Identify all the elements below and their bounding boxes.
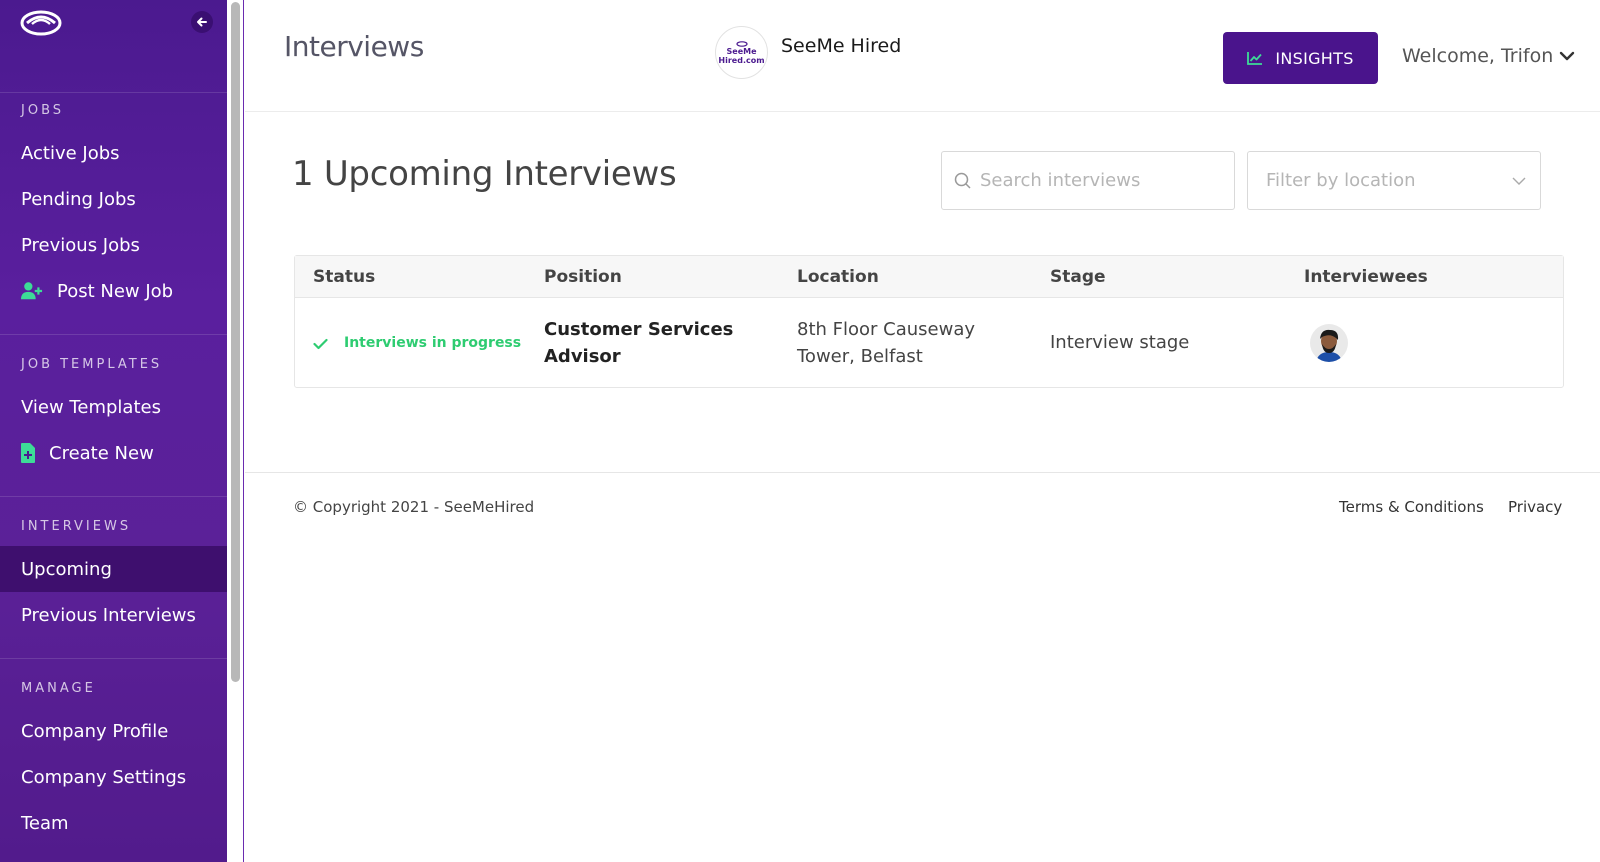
upcoming-interviews-title: 1 Upcoming Interviews [292, 154, 677, 194]
insights-button[interactable]: INSIGHTS [1223, 32, 1378, 84]
sidebar-item-company-settings[interactable]: Company Settings [0, 754, 227, 800]
search-field[interactable] [941, 151, 1235, 210]
company-logo: SeeMe Hired.com [715, 26, 768, 79]
column-header-stage[interactable]: Stage [1050, 267, 1106, 287]
sidebar-item-label: Company Settings [21, 766, 187, 788]
location-line2: Tower, Belfast [797, 346, 923, 367]
search-input[interactable] [980, 170, 1230, 191]
sidebar-item-label: Previous Interviews [21, 604, 196, 626]
stage-cell: Interview stage [1050, 332, 1190, 353]
sidebar-section-interviews: INTERVIEWS Upcoming Previous Interviews [0, 497, 227, 659]
company-logo-text-line2: Hired.com [718, 55, 765, 65]
location-filter-select[interactable]: Filter by location [1247, 151, 1541, 210]
sidebar-section-jobs: JOBS Active Jobs Pending Jobs Previous J… [0, 93, 227, 335]
sidebar-item-label: Post New Job [57, 280, 174, 302]
sidebar-item-active-jobs[interactable]: Active Jobs [0, 130, 227, 176]
table-row[interactable]: Interviews in progress Customer Services… [295, 298, 1563, 388]
check-icon [313, 338, 328, 350]
file-plus-icon [21, 442, 35, 464]
sidebar-item-label: View Templates [21, 396, 161, 418]
sidebar-item-label: Active Jobs [21, 142, 120, 164]
sidebar-item-create-new[interactable]: Create New [0, 430, 227, 476]
interviewee-avatar[interactable] [1310, 324, 1348, 362]
sidebar-item-previous-interviews[interactable]: Previous Interviews [0, 592, 227, 638]
sidebar-item-previous-jobs[interactable]: Previous Jobs [0, 222, 227, 268]
page-title: Interviews [284, 30, 424, 63]
sidebar-section-manage: MANAGE Company Profile Company Settings … [0, 659, 227, 862]
footer-divider [245, 472, 1600, 473]
sidebar-item-pending-jobs[interactable]: Pending Jobs [0, 176, 227, 222]
sidebar-item-label: Pending Jobs [21, 188, 136, 210]
privacy-link[interactable]: Privacy [1508, 498, 1562, 516]
sidebar-item-label: Create New [49, 442, 154, 464]
scrollbar-thumb[interactable] [231, 2, 240, 682]
interviews-table: Status Position Location Stage Interview… [294, 255, 1564, 388]
top-header: Interviews SeeMe Hired.com SeeMe Hired I… [245, 0, 1600, 112]
sidebar-item-company-profile[interactable]: Company Profile [0, 708, 227, 754]
collapse-sidebar-button[interactable] [191, 11, 213, 33]
eye-logo-icon[interactable] [20, 9, 64, 37]
sidebar-heading-interviews: INTERVIEWS [21, 519, 132, 534]
position-cell[interactable]: Customer Services Advisor [544, 316, 733, 370]
chevron-down-icon [1559, 51, 1575, 61]
column-header-position[interactable]: Position [544, 267, 622, 287]
column-header-interviewees[interactable]: Interviewees [1304, 267, 1428, 287]
sidebar-header [0, 0, 227, 93]
user-plus-icon [21, 280, 43, 302]
welcome-text: Welcome, Trifon [1402, 45, 1554, 67]
sidebar-heading-job-templates: JOB TEMPLATES [21, 357, 163, 372]
sidebar-item-post-new-job[interactable]: Post New Job [0, 268, 227, 314]
table-header: Status Position Location Stage Interview… [295, 256, 1563, 298]
sidebar-section-job-templates: JOB TEMPLATES View Templates Create New [0, 335, 227, 497]
sidebar-heading-jobs: JOBS [21, 103, 65, 118]
terms-link[interactable]: Terms & Conditions [1339, 498, 1484, 516]
sidebar-item-team[interactable]: Team [0, 800, 227, 846]
company-name: SeeMe Hired [781, 34, 902, 57]
search-icon [954, 172, 971, 189]
location-filter-placeholder: Filter by location [1266, 170, 1416, 191]
user-menu[interactable]: Welcome, Trifon [1402, 45, 1575, 67]
sidebar-heading-manage: MANAGE [21, 681, 96, 696]
status-cell: Interviews in progress [313, 330, 521, 357]
location-line1: 8th Floor Causeway [797, 319, 976, 340]
arrow-left-icon [197, 17, 207, 27]
sidebar-item-view-templates[interactable]: View Templates [0, 384, 227, 430]
copyright-text: © Copyright 2021 - SeeMeHired [293, 498, 535, 516]
company-info: SeeMe Hired.com SeeMe Hired [715, 26, 901, 79]
sidebar-item-label: Upcoming [21, 558, 112, 580]
sidebar-item-label: Team [21, 812, 69, 834]
company-logo-text-line1: SeeMe [726, 46, 757, 56]
column-header-location[interactable]: Location [797, 267, 879, 287]
column-header-status[interactable]: Status [313, 267, 375, 287]
position-line2: Advisor [544, 346, 621, 367]
chevron-down-icon [1512, 177, 1526, 185]
insights-label: INSIGHTS [1275, 48, 1354, 68]
sidebar-item-label: Company Profile [21, 720, 169, 742]
sidebar: JOBS Active Jobs Pending Jobs Previous J… [0, 0, 227, 862]
position-line1: Customer Services [544, 319, 734, 340]
sidebar-item-upcoming[interactable]: Upcoming [0, 546, 227, 592]
status-text: Interviews in progress [344, 335, 522, 351]
sidebar-item-label: Previous Jobs [21, 234, 140, 256]
location-cell: 8th Floor Causeway Tower, Belfast [797, 316, 975, 370]
chart-line-icon [1247, 51, 1263, 65]
